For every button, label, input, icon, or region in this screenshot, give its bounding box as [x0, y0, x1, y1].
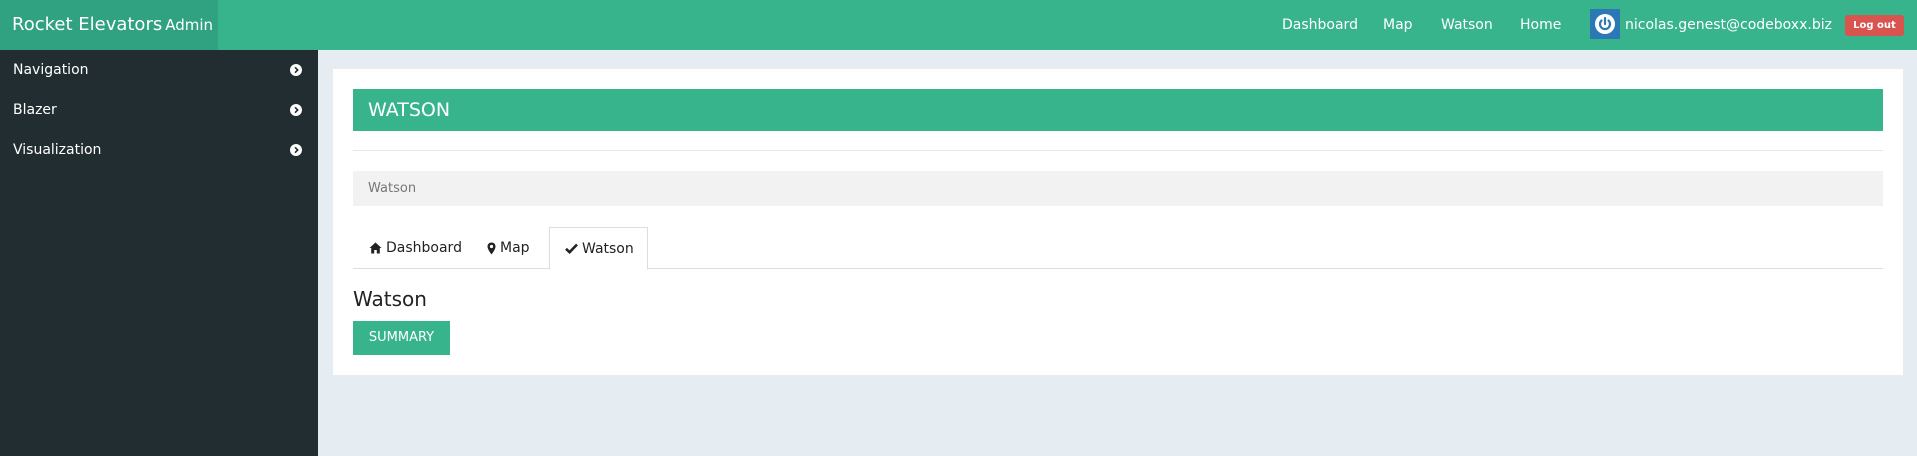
tab-label: Map	[500, 240, 530, 256]
sidebar: Navigation Blazer Visualization	[0, 50, 318, 456]
home-icon	[369, 242, 382, 254]
sidebar-item-blazer[interactable]: Blazer	[0, 90, 318, 130]
power-icon	[1595, 14, 1615, 34]
brand-name: Rocket Elevators	[12, 14, 163, 35]
tab-label: Dashboard	[386, 240, 462, 256]
divider	[353, 150, 1883, 151]
chevron-circle-right-icon	[290, 64, 302, 76]
section-title: Watson	[353, 287, 427, 311]
content-panel: WATSON Watson Dashboard Map Watson Watso…	[333, 69, 1903, 375]
top-navbar: Rocket Elevators Admin Dashboard Map Wats…	[0, 0, 1917, 50]
sidebar-item-label: Navigation	[13, 62, 89, 78]
logout-button[interactable]: Log out	[1845, 15, 1904, 36]
sidebar-item-label: Visualization	[13, 142, 102, 158]
tab-bar: Dashboard Map Watson	[353, 227, 1883, 270]
summary-button[interactable]: SUMMARY	[353, 321, 450, 355]
tab-map[interactable]: Map	[487, 227, 530, 269]
sidebar-item-label: Blazer	[13, 102, 57, 118]
sidebar-item-navigation[interactable]: Navigation	[0, 50, 318, 90]
brand-subtitle: Admin	[165, 16, 214, 34]
nav-link-home[interactable]: Home	[1520, 0, 1561, 50]
tab-watson[interactable]: Watson	[549, 227, 648, 270]
page-title: WATSON	[353, 89, 1883, 131]
map-marker-icon	[487, 242, 496, 254]
chevron-circle-right-icon	[290, 104, 302, 116]
nav-link-watson[interactable]: Watson	[1441, 0, 1493, 50]
tab-label: Watson	[582, 240, 634, 257]
tab-dashboard[interactable]: Dashboard	[369, 227, 462, 269]
avatar[interactable]	[1590, 9, 1620, 39]
breadcrumb: Watson	[353, 171, 1883, 206]
sidebar-item-visualization[interactable]: Visualization	[0, 130, 318, 170]
chevron-circle-right-icon	[290, 144, 302, 156]
user-email[interactable]: nicolas.genest@codeboxx.biz	[1625, 0, 1832, 50]
nav-link-map[interactable]: Map	[1383, 0, 1413, 50]
nav-link-dashboard[interactable]: Dashboard	[1282, 0, 1358, 50]
check-icon	[565, 243, 578, 254]
brand-logo[interactable]: Rocket Elevators Admin	[0, 0, 218, 50]
